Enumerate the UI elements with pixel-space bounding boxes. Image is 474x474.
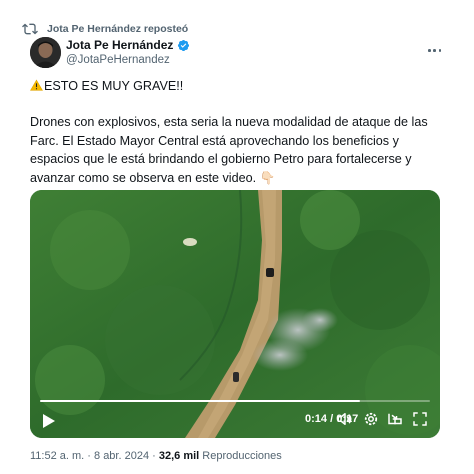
repost-icon	[22, 23, 38, 35]
play-icon[interactable]	[42, 413, 56, 429]
views-label: Reproducciones	[202, 450, 282, 462]
post-date[interactable]: 8 abr. 2024	[94, 450, 149, 462]
video-controls: 0:14 / 0:17	[30, 398, 440, 438]
tweet-headline-line: ESTO ES MUY GRAVE!!	[30, 77, 450, 96]
tweet-headline: ESTO ES MUY GRAVE!!	[44, 79, 184, 93]
tweet-body: Drones con explosivos, esta seria la nue…	[30, 115, 428, 185]
warning-icon	[30, 79, 43, 91]
post-time[interactable]: 11:52 a. m.	[30, 450, 84, 462]
current-time: 0:14	[305, 413, 328, 425]
author-name[interactable]: Jota Pe Hernández	[66, 38, 173, 52]
repost-label: Jota Pe Hernández reposteó	[47, 23, 189, 35]
dock-video-icon[interactable]	[386, 410, 404, 428]
views-count: 32,6 mil	[158, 450, 200, 462]
separator-dot: ·	[87, 450, 91, 462]
avatar[interactable]	[30, 37, 61, 68]
settings-gear-icon[interactable]	[362, 410, 380, 428]
author-handle[interactable]: @JotaPeHernandez	[66, 54, 170, 66]
repost-indicator[interactable]: Jota Pe Hernández reposteó	[22, 21, 189, 37]
tweet-metadata: 11:52 a. m. · 8 abr. 2024 · 32,6 mil Rep…	[30, 450, 282, 462]
separator-dot: ·	[152, 450, 156, 462]
video-progress-fill	[40, 400, 360, 402]
verified-badge-icon	[178, 39, 190, 51]
video-player[interactable]: 0:14 / 0:17	[30, 190, 440, 438]
volume-icon[interactable]	[336, 410, 354, 428]
video-progress-bar[interactable]	[40, 400, 430, 402]
time-separator: /	[330, 413, 334, 425]
fullscreen-icon[interactable]	[411, 410, 429, 428]
more-options-icon[interactable]	[427, 39, 445, 53]
tweet-header: Jota Pe Hernández @JotaPeHernandez	[30, 37, 445, 69]
